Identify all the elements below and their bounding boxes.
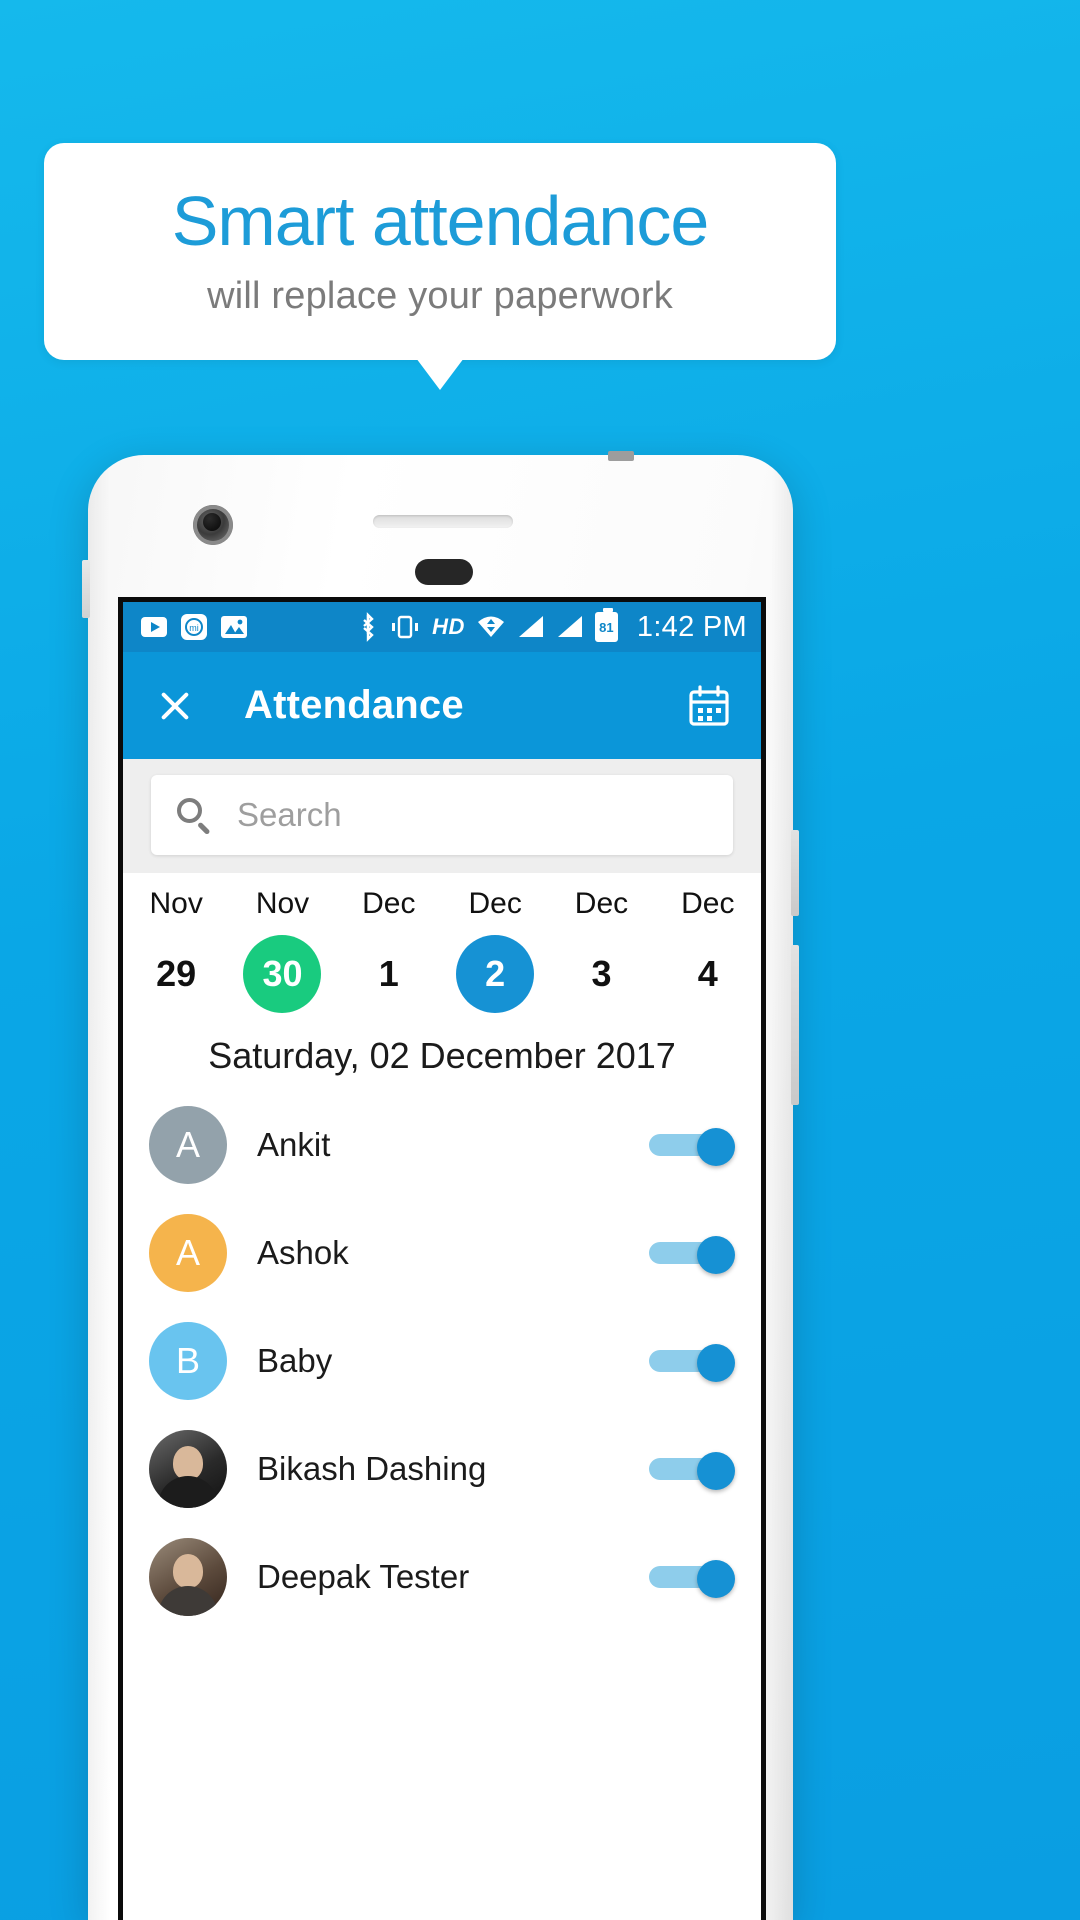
avatar: A <box>149 1106 227 1184</box>
volume-button <box>791 830 799 916</box>
bluetooth-icon <box>358 612 378 642</box>
date-month: Nov <box>149 887 203 920</box>
signal-icon-1 <box>517 615 545 639</box>
date-month: Dec <box>468 887 522 920</box>
phone-top-nub <box>608 451 634 461</box>
svg-text:mi: mi <box>189 623 199 633</box>
date-cell[interactable]: Dec 3 <box>548 887 654 1013</box>
battery-icon: 81 <box>594 608 618 642</box>
list-item[interactable]: A Ankit <box>123 1091 761 1199</box>
person-name: Deepak Tester <box>257 1558 470 1595</box>
close-icon[interactable] <box>153 684 197 728</box>
status-bar: mi HD 81 1:42 PM <box>123 602 761 652</box>
mi-app-icon: mi <box>181 614 207 640</box>
date-cell[interactable]: Nov 30 <box>229 887 335 1013</box>
wifi-icon <box>476 614 506 640</box>
person-name: Ankit <box>257 1126 331 1163</box>
search-box[interactable]: Search <box>151 775 733 855</box>
power-button <box>791 945 799 1105</box>
date-month: Dec <box>362 887 416 920</box>
person-name: Baby <box>257 1342 333 1379</box>
person-name: Ashok <box>257 1234 349 1271</box>
person-name: Bikash Dashing <box>257 1450 487 1487</box>
search-area: Search <box>123 759 761 873</box>
date-month: Dec <box>574 887 629 920</box>
promo-callout: Smart attendance will replace your paper… <box>44 143 836 360</box>
sensor-module <box>415 559 473 585</box>
avatar: B <box>149 1322 227 1400</box>
date-day[interactable]: 1 <box>350 935 428 1013</box>
list-item[interactable]: A Ashok <box>123 1199 761 1307</box>
date-day-selected[interactable]: 2 <box>456 935 535 1013</box>
status-bar-clock: 1:42 PM <box>636 610 747 643</box>
signal-icon-2 <box>556 615 584 639</box>
earpiece-speaker <box>373 515 513 528</box>
vibrate-icon <box>389 614 421 640</box>
date-month: Dec <box>681 887 735 920</box>
attendance-list: A Ankit A Ashok B Baby Bikash Dashing De… <box>123 1091 761 1631</box>
avatar <box>149 1430 227 1508</box>
left-side-button <box>82 560 90 618</box>
date-cell[interactable]: Nov 29 <box>123 887 229 1013</box>
calendar-icon[interactable] <box>687 684 731 728</box>
date-strip: Nov 29 Nov 30 Dec 1 Dec 2 Dec 3 Dec 4 <box>123 873 761 1019</box>
list-item[interactable]: B Baby <box>123 1307 761 1415</box>
attendance-toggle[interactable] <box>649 1452 735 1490</box>
date-day-today[interactable]: 30 <box>243 935 322 1013</box>
page-title: Attendance <box>244 683 464 727</box>
phone-mockup: mi HD 81 1:42 PM Attendance Search Nov 2… <box>82 451 799 1920</box>
date-cell[interactable]: Dec 2 <box>442 887 548 1013</box>
gallery-icon <box>221 616 247 638</box>
youtube-icon <box>141 617 167 637</box>
attendance-toggle[interactable] <box>649 1236 735 1274</box>
date-month: Nov <box>255 887 310 920</box>
list-item[interactable]: Bikash Dashing <box>123 1415 761 1523</box>
app-bar: Attendance <box>123 652 761 759</box>
avatar <box>149 1538 227 1616</box>
selected-date-label: Saturday, 02 December 2017 <box>208 1035 676 1076</box>
date-day[interactable]: 4 <box>669 935 747 1013</box>
promo-subtitle: will replace your paperwork <box>207 274 673 317</box>
list-item[interactable]: Deepak Tester <box>123 1523 761 1631</box>
attendance-toggle[interactable] <box>649 1560 735 1598</box>
date-day[interactable]: 29 <box>137 935 215 1013</box>
hd-icon: HD <box>432 614 465 639</box>
attendance-toggle[interactable] <box>649 1128 735 1166</box>
phone-screen: mi HD 81 1:42 PM Attendance Search Nov 2… <box>118 597 766 1920</box>
search-icon <box>177 798 211 835</box>
date-day[interactable]: 3 <box>562 935 640 1013</box>
attendance-toggle[interactable] <box>649 1344 735 1382</box>
promo-title: Smart attendance <box>171 182 710 261</box>
date-cell[interactable]: Dec 1 <box>336 887 442 1013</box>
callout-tail <box>416 358 464 390</box>
front-camera-icon <box>193 505 233 545</box>
search-input[interactable]: Search <box>237 796 342 834</box>
avatar: A <box>149 1214 227 1292</box>
date-cell[interactable]: Dec 4 <box>655 887 761 1013</box>
